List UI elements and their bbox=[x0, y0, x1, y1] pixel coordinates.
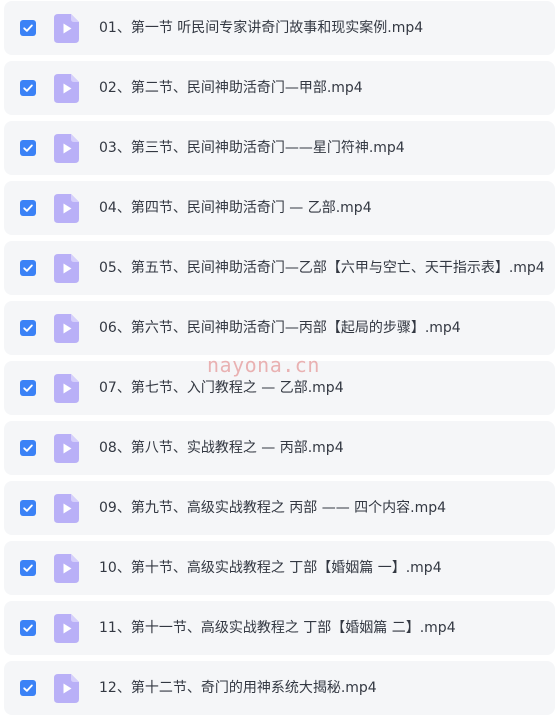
check-icon bbox=[23, 384, 33, 392]
check-icon bbox=[23, 324, 33, 332]
file-row-08[interactable]: 08、第八节、实战教程之 — 丙部.mp4 bbox=[4, 421, 555, 475]
file-row-05[interactable]: 05、第五节、民间神助活奇门—乙部【六甲与空亡、天干指示表】.mp4 bbox=[4, 241, 555, 295]
video-file-icon bbox=[54, 434, 79, 463]
video-file-icon bbox=[54, 254, 79, 283]
file-name: 10、第十节、高级实战教程之 丁部【婚姻篇 一】.mp4 bbox=[99, 560, 442, 576]
file-row-09[interactable]: 09、第九节、高级实战教程之 丙部 —— 四个内容.mp4 bbox=[4, 481, 555, 535]
file-name: 07、第七节、入门教程之 — 乙部.mp4 bbox=[99, 380, 344, 396]
file-checkbox[interactable] bbox=[20, 380, 36, 396]
file-checkbox[interactable] bbox=[20, 620, 36, 636]
file-row-07[interactable]: 07、第七节、入门教程之 — 乙部.mp4 bbox=[4, 361, 555, 415]
file-row-11[interactable]: 11、第十一节、高级实战教程之 丁部【婚姻篇 二】.mp4 bbox=[4, 601, 555, 655]
file-name: 09、第九节、高级实战教程之 丙部 —— 四个内容.mp4 bbox=[99, 500, 447, 516]
file-name: 11、第十一节、高级实战教程之 丁部【婚姻篇 二】.mp4 bbox=[99, 620, 456, 636]
video-file-icon bbox=[54, 14, 79, 43]
file-name: 08、第八节、实战教程之 — 丙部.mp4 bbox=[99, 440, 344, 456]
file-row-06[interactable]: 06、第六节、民间神助活奇门—丙部【起局的步骤】.mp4 bbox=[4, 301, 555, 355]
file-checkbox[interactable] bbox=[20, 200, 36, 216]
file-name: 05、第五节、民间神助活奇门—乙部【六甲与空亡、天干指示表】.mp4 bbox=[99, 260, 545, 276]
file-name: 04、第四节、民间神助活奇门 — 乙部.mp4 bbox=[99, 200, 372, 216]
file-checkbox[interactable] bbox=[20, 140, 36, 156]
check-icon bbox=[23, 24, 33, 32]
file-checkbox[interactable] bbox=[20, 20, 36, 36]
file-row-01[interactable]: 01、第一节 听民间专家讲奇门故事和现实案例.mp4 bbox=[4, 1, 555, 55]
check-icon bbox=[23, 264, 33, 272]
file-checkbox[interactable] bbox=[20, 500, 36, 516]
video-file-icon bbox=[54, 674, 79, 703]
file-row-03[interactable]: 03、第三节、民间神助活奇门——星门符神.mp4 bbox=[4, 121, 555, 175]
video-file-icon bbox=[54, 614, 79, 643]
check-icon bbox=[23, 684, 33, 692]
file-checkbox[interactable] bbox=[20, 560, 36, 576]
file-name: 01、第一节 听民间专家讲奇门故事和现实案例.mp4 bbox=[99, 20, 424, 36]
check-icon bbox=[23, 144, 33, 152]
check-icon bbox=[23, 504, 33, 512]
file-row-10[interactable]: 10、第十节、高级实战教程之 丁部【婚姻篇 一】.mp4 bbox=[4, 541, 555, 595]
video-file-icon bbox=[54, 74, 79, 103]
video-file-icon bbox=[54, 554, 79, 583]
file-list: 01、第一节 听民间专家讲奇门故事和现实案例.mp4 02、第二节、民间神助活奇… bbox=[0, 0, 555, 724]
video-file-icon bbox=[54, 494, 79, 523]
video-file-icon bbox=[54, 134, 79, 163]
file-name: 06、第六节、民间神助活奇门—丙部【起局的步骤】.mp4 bbox=[99, 320, 461, 336]
file-checkbox[interactable] bbox=[20, 320, 36, 336]
file-name: 12、第十二节、奇门的用神系统大揭秘.mp4 bbox=[99, 680, 377, 696]
check-icon bbox=[23, 564, 33, 572]
file-name: 02、第二节、民间神助活奇门—甲部.mp4 bbox=[99, 80, 363, 96]
file-checkbox[interactable] bbox=[20, 440, 36, 456]
file-checkbox[interactable] bbox=[20, 260, 36, 276]
check-icon bbox=[23, 84, 33, 92]
file-row-02[interactable]: 02、第二节、民间神助活奇门—甲部.mp4 bbox=[4, 61, 555, 115]
video-file-icon bbox=[54, 374, 79, 403]
check-icon bbox=[23, 204, 33, 212]
check-icon bbox=[23, 444, 33, 452]
file-checkbox[interactable] bbox=[20, 80, 36, 96]
file-name: 03、第三节、民间神助活奇门——星门符神.mp4 bbox=[99, 140, 405, 156]
file-row-12[interactable]: 12、第十二节、奇门的用神系统大揭秘.mp4 bbox=[4, 661, 555, 715]
file-row-04[interactable]: 04、第四节、民间神助活奇门 — 乙部.mp4 bbox=[4, 181, 555, 235]
file-checkbox[interactable] bbox=[20, 680, 36, 696]
check-icon bbox=[23, 624, 33, 632]
video-file-icon bbox=[54, 194, 79, 223]
video-file-icon bbox=[54, 314, 79, 343]
